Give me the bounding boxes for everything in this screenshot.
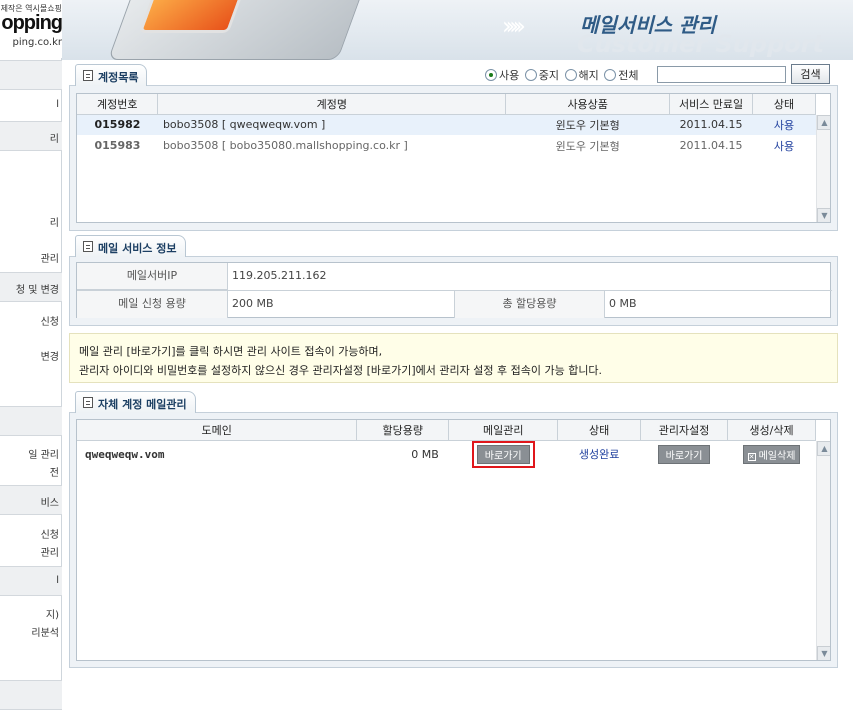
col-account-name[interactable]: 계정명 — [157, 94, 507, 115]
checkbox-icon: ✕ — [747, 452, 756, 461]
header-banner: ››››› Customer Support 메일서비스 관리 — [62, 0, 853, 60]
col-quota[interactable]: 할당용량 — [356, 420, 450, 441]
notice-box: 메일 관리 [바로가기]를 클릭 하시면 관리 사이트 접속이 가능하며, 관리… — [69, 333, 838, 383]
account-name[interactable]: bobo3508 [ bobo35080.mallshopping.co.kr … — [158, 135, 506, 156]
radio-off-icon — [564, 69, 577, 81]
tab-service-info: 메일 서비스 정보 — [75, 235, 186, 257]
col-create-delete[interactable]: 생성/삭제 — [727, 420, 816, 441]
sidebar-item[interactable]: 리 — [50, 130, 59, 145]
mail-scrollbar[interactable]: ▲ ▼ — [816, 441, 830, 660]
col-status[interactable]: 상태 — [557, 420, 642, 441]
service-info-table: 메일서버IP 119.205.211.162 메일 신청 용량 200 MB 총… — [76, 262, 832, 318]
expiry-date: 2011.04.15 — [679, 118, 743, 132]
logo-url: ping.co.kr — [12, 37, 62, 48]
quota-value: 200 MB — [232, 297, 274, 310]
document-icon — [83, 241, 93, 252]
server-ip-value: 119.205.211.162 — [232, 269, 327, 282]
radio-terminated[interactable]: 해지 — [564, 69, 599, 82]
col-account-no[interactable]: 계정번호 — [77, 94, 159, 115]
status-text: 생성완료 — [578, 448, 620, 461]
logo[interactable]: 제작은 역시몰쇼핑 opping ping.co.kr — [0, 0, 62, 58]
sidebar-item[interactable]: 전 — [50, 464, 59, 479]
highlight-box: 바로가기 — [471, 440, 535, 468]
table-row[interactable]: 015982 bobo3508 [ qweqweqw.vom ] 윈도우 기본형… — [77, 114, 816, 135]
scroll-up-icon[interactable]: ▲ — [817, 115, 830, 130]
tab-account-list: 계정목록 — [75, 64, 148, 86]
scroll-down-icon[interactable]: ▼ — [817, 646, 830, 660]
accounts-table: 계정번호 계정명 사용상품 서비스 만료일 상태 015982 bobo3508… — [76, 93, 831, 223]
sidebar-item[interactable]: 리분석 — [31, 624, 59, 639]
table-row[interactable]: 015983 bobo3508 [ bobo35080.mallshopping… — [77, 135, 816, 156]
notice-line-1: 메일 관리 [바로가기]를 클릭 하시면 관리 사이트 접속이 가능하며, — [79, 345, 383, 358]
sidebar-item[interactable]: 지) — [46, 606, 59, 621]
delete-mail-button[interactable]: ✕ 메일삭제 — [742, 444, 801, 464]
quota-value: 0 MB — [411, 447, 439, 461]
sidebar-item[interactable]: 비스 — [41, 494, 59, 509]
radio-all[interactable]: 전체 — [604, 69, 639, 82]
col-status[interactable]: 상태 — [752, 94, 816, 115]
sidebar-section-header — [0, 566, 62, 596]
col-product[interactable]: 사용상품 — [505, 94, 671, 115]
scroll-up-icon[interactable]: ▲ — [817, 441, 830, 456]
sidebar-item[interactable]: 변경 — [41, 348, 59, 363]
sidebar-item[interactable]: 일 관리 — [28, 446, 59, 461]
sidebar-section-header — [0, 680, 62, 710]
sidebar: 제작은 역시몰쇼핑 opping ping.co.kr l 리 리 관리 청 및… — [0, 0, 62, 710]
sidebar-item[interactable]: l — [56, 575, 59, 586]
domain-name: qweqweqw.vom — [85, 447, 165, 461]
scroll-down-icon[interactable]: ▼ — [817, 208, 830, 222]
sidebar-item[interactable]: 청 및 변경 — [16, 281, 59, 296]
radio-suspended[interactable]: 중지 — [524, 69, 559, 82]
col-expiry[interactable]: 서비스 만료일 — [669, 94, 754, 115]
sidebar-item[interactable]: 관리 — [41, 250, 59, 265]
quota-label: 메일 신청 용량 — [77, 291, 228, 318]
sidebar-section-header — [0, 60, 62, 90]
expiry-date: 2011.04.15 — [679, 139, 743, 152]
col-mail-mgmt[interactable]: 메일관리 — [448, 420, 559, 441]
tab-mail-mgmt: 자체 계정 메일관리 — [75, 391, 196, 413]
admin-goto-button[interactable]: 바로가기 — [657, 444, 711, 464]
mail-goto-button[interactable]: 바로가기 — [476, 444, 530, 464]
radio-off-icon — [524, 69, 537, 81]
sidebar-item[interactable]: l — [56, 99, 59, 110]
accounts-scrollbar[interactable]: ▲ ▼ — [816, 115, 830, 222]
col-admin-settings[interactable]: 관리자설정 — [640, 420, 729, 441]
table-row[interactable]: qweqweqw.vom 0 MB 바로가기 생성완료 바로가기 ✕ 메일삭제 — [77, 440, 816, 468]
radio-on-icon — [485, 69, 497, 81]
sidebar-item[interactable]: 리 — [50, 214, 59, 229]
status-link[interactable]: 사용 — [753, 135, 816, 156]
search-button[interactable]: 검색 — [791, 64, 830, 84]
product: 윈도우 기본형 — [555, 139, 620, 153]
status-link[interactable]: 사용 — [753, 114, 816, 135]
status-filter: 사용 중지 해지 전체 — [485, 67, 639, 83]
phone-illustration — [107, 0, 367, 60]
sidebar-item[interactable]: 관리 — [41, 544, 59, 559]
sidebar-item[interactable]: 신청 — [41, 313, 59, 328]
allocated-label: 총 할당용량 — [454, 291, 605, 318]
search-input[interactable] — [657, 66, 786, 83]
product: 윈도우 기본형 — [555, 118, 620, 132]
account-no: 015982 — [94, 118, 141, 132]
server-ip-label: 메일서버IP — [77, 263, 228, 290]
radio-active[interactable]: 사용 — [485, 69, 519, 82]
account-name[interactable]: bobo3508 [ qweqweqw.vom ] — [158, 114, 506, 135]
arrows-decoration: ››››› — [502, 12, 526, 40]
notice-line-2: 관리자 아이디와 비밀번호를 설정하지 않으신 경우 관리자설정 [바로가기]에… — [79, 364, 603, 377]
document-icon — [83, 397, 93, 408]
logo-wordmark: opping — [1, 12, 62, 34]
allocated-value: 0 MB — [609, 297, 637, 310]
sidebar-section-header — [0, 406, 62, 436]
sidebar-item[interactable]: 신청 — [41, 526, 59, 541]
account-no: 015983 — [94, 139, 141, 152]
mail-mgmt-table: 도메인 할당용량 메일관리 상태 관리자설정 생성/삭제 qweqweqw.vo… — [76, 419, 831, 661]
document-icon — [83, 70, 93, 81]
radio-off-icon — [604, 69, 617, 81]
col-domain[interactable]: 도메인 — [77, 420, 358, 441]
page-title: 메일서비스 관리 — [580, 13, 716, 37]
